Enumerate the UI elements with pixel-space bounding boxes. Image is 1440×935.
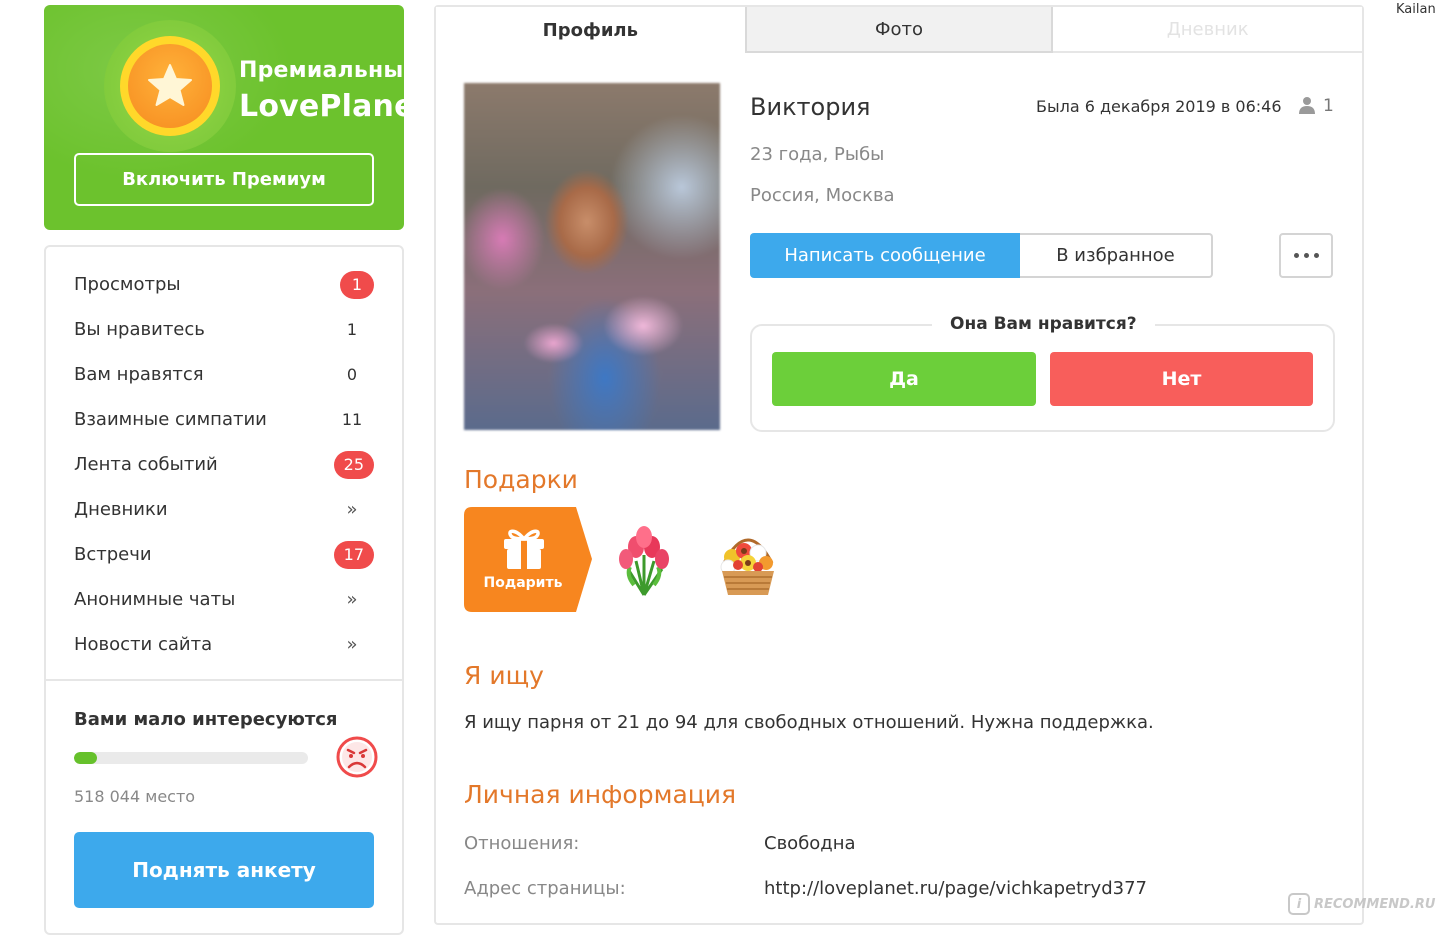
sidebar-menu-item-value: 11 bbox=[330, 410, 374, 429]
sidebar-menu-item[interactable]: Анонимные чаты » bbox=[46, 577, 402, 622]
give-gift-button[interactable]: Подарить bbox=[464, 507, 592, 612]
like-question: Она Вам нравится? bbox=[932, 314, 1155, 334]
profile-age-sign: 23 года, Рыбы bbox=[750, 144, 885, 165]
sad-face-icon bbox=[336, 736, 378, 782]
more-dot bbox=[1303, 253, 1309, 258]
more-dot bbox=[1313, 253, 1319, 258]
rank-text: 518 044 место bbox=[74, 787, 196, 806]
sidebar-menu-item[interactable]: Встречи 17 bbox=[46, 532, 402, 577]
sidebar-menu-item-label: Новости сайта bbox=[74, 634, 213, 655]
sidebar-menu-item-label: Взаимные симпатии bbox=[74, 409, 267, 430]
tulips-bouquet-icon[interactable] bbox=[616, 525, 672, 601]
popularity-progress-fill bbox=[74, 752, 98, 764]
gift-icon bbox=[504, 529, 544, 569]
watermark: i RECOMMEND.RU bbox=[1288, 893, 1435, 915]
sidebar-count: 11 bbox=[341, 410, 363, 429]
like-no-button[interactable]: Нет bbox=[1050, 352, 1313, 406]
chevron-right-icon: » bbox=[346, 499, 358, 520]
sidebar-menu-item-label: Дневники bbox=[74, 499, 168, 520]
profile-photo[interactable] bbox=[464, 83, 720, 430]
page-address-link[interactable]: http://loveplanet.ru/page/vichkapetryd37… bbox=[764, 878, 1147, 899]
seeking-heading: Я ищу bbox=[464, 661, 544, 690]
personal-info-heading: Личная информация bbox=[464, 780, 737, 809]
sidebar-menu-item-label: Вы нравитесь bbox=[74, 319, 205, 340]
sidebar-menu-item-label: Просмотры bbox=[74, 274, 181, 295]
relationship-value: Свободна bbox=[764, 833, 856, 854]
sidebar-menu-item-label: Лента событий bbox=[74, 454, 218, 475]
sidebar-menu-item-value: » bbox=[330, 499, 374, 520]
page-address-label: Адрес страницы: bbox=[464, 878, 626, 899]
sidebar-menu-item[interactable]: Дневники » bbox=[46, 487, 402, 532]
popularity-progress bbox=[74, 752, 308, 764]
sidebar-menu-item-label: Встречи bbox=[74, 544, 152, 565]
sidebar-menu-item-value: 1 bbox=[330, 320, 374, 339]
sidebar-menu: Просмотры 1 Вы нравитесь 1 Вам нравятся 0 Взаи… bbox=[44, 245, 404, 935]
gifts-heading: Подарки bbox=[464, 465, 578, 494]
profile-location: Россия, Москва bbox=[750, 185, 895, 206]
notification-badge: 25 bbox=[333, 450, 374, 479]
sidebar-menu-item[interactable]: Новости сайта » bbox=[46, 622, 402, 667]
sidebar-menu-item[interactable]: Просмотры 1 bbox=[46, 262, 402, 307]
sidebar-menu-item-value: » bbox=[330, 634, 374, 655]
username-label: Kailan bbox=[1396, 2, 1436, 17]
sidebar-menu-item-value: 17 bbox=[330, 540, 374, 569]
profile-panel: Профиль Фото Дневник Виктория 23 года, Р… bbox=[434, 5, 1364, 925]
flower-basket-icon[interactable] bbox=[714, 523, 782, 601]
notification-badge: 1 bbox=[340, 270, 374, 299]
sidebar-menu-item[interactable]: Лента событий 25 bbox=[46, 442, 402, 487]
sidebar-menu-item[interactable]: Вам нравятся 0 bbox=[46, 352, 402, 397]
chevron-right-icon: » bbox=[346, 589, 358, 610]
menu-list: Просмотры 1 Вы нравитесь 1 Вам нравятся 0 Взаи… bbox=[46, 262, 402, 667]
premium-card: Премиальный LovePlanet Включить Премиум bbox=[44, 5, 404, 230]
send-message-button[interactable]: Написать сообщение bbox=[750, 233, 1020, 278]
like-yes-button[interactable]: Да bbox=[772, 352, 1036, 406]
divider bbox=[46, 679, 402, 681]
user-icon bbox=[1299, 96, 1315, 118]
popularity-title: Вами мало интересуются bbox=[74, 709, 338, 730]
viewers-count: 1 bbox=[1323, 96, 1334, 116]
sidebar-menu-item[interactable]: Взаимные симпатии 11 bbox=[46, 397, 402, 442]
sidebar-menu-item-value: 0 bbox=[330, 365, 374, 384]
premium-brand: LovePlanet bbox=[239, 89, 404, 124]
give-gift-label: Подарить bbox=[483, 575, 563, 591]
add-favorite-button[interactable]: В избранное bbox=[1020, 233, 1213, 278]
raise-profile-button[interactable]: Поднять анкету bbox=[74, 832, 374, 908]
chevron-right-icon: » bbox=[346, 634, 358, 655]
like-question-box: Она Вам нравится? Да Нет bbox=[750, 314, 1335, 432]
sidebar-count: 1 bbox=[346, 320, 358, 339]
sidebar-menu-item-label: Анонимные чаты bbox=[74, 589, 236, 610]
sidebar-menu-item-value: » bbox=[330, 589, 374, 610]
tab-diary: Дневник bbox=[1053, 7, 1362, 53]
enable-premium-button[interactable]: Включить Премиум bbox=[74, 153, 374, 206]
sidebar-menu-item-value: 25 bbox=[330, 450, 374, 479]
more-dots-icon bbox=[1293, 253, 1299, 258]
premium-title: Премиальный bbox=[239, 58, 404, 83]
seeking-text: Я ищу парня от 21 до 94 для свободных от… bbox=[464, 712, 1154, 733]
last-seen-status: Была 6 декабря 2019 в 06:46 bbox=[1036, 97, 1282, 116]
more-options-button[interactable] bbox=[1279, 233, 1333, 278]
tab-photo[interactable]: Фото bbox=[744, 7, 1054, 53]
watermark-icon: i bbox=[1288, 893, 1310, 915]
watermark-text: RECOMMEND.RU bbox=[1314, 896, 1436, 912]
tab-profile[interactable]: Профиль bbox=[436, 7, 745, 53]
sidebar-menu-item[interactable]: Вы нравитесь 1 bbox=[46, 307, 402, 352]
sidebar-menu-item-label: Вам нравятся bbox=[74, 364, 204, 385]
tab-bar: Профиль Фото Дневник bbox=[436, 7, 1362, 53]
relationship-label: Отношения: bbox=[464, 833, 580, 854]
sidebar-menu-item-value: 1 bbox=[330, 270, 374, 299]
notification-badge: 17 bbox=[333, 540, 374, 569]
profile-name: Виктория bbox=[750, 93, 871, 121]
sidebar-count: 0 bbox=[346, 365, 358, 384]
star-icon bbox=[120, 36, 220, 136]
